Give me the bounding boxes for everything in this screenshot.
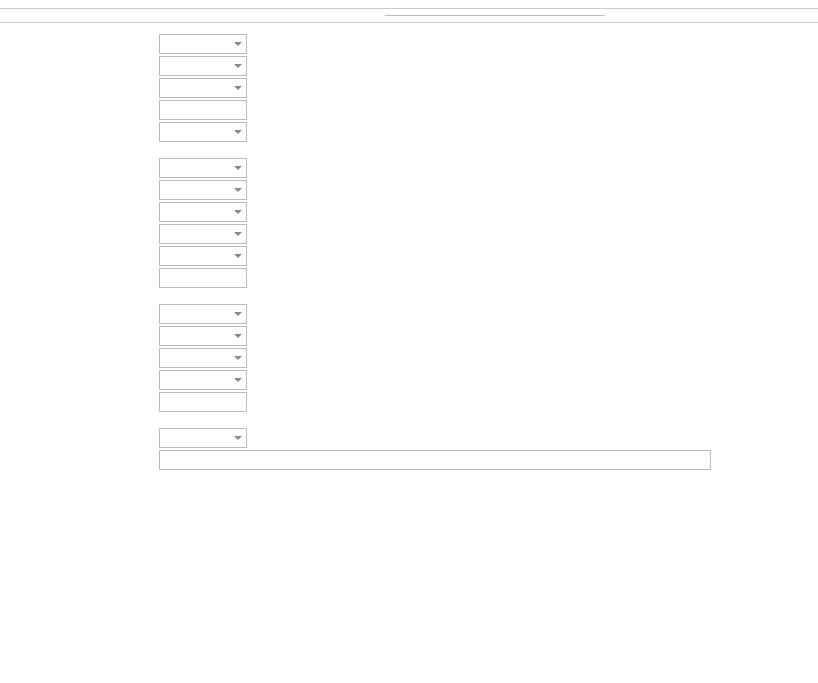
input-sa2[interactable] bbox=[159, 392, 247, 412]
col-modify bbox=[740, 9, 818, 23]
select-ipcomp[interactable] bbox=[159, 370, 247, 390]
select-enc1[interactable] bbox=[159, 180, 247, 200]
detail-form bbox=[0, 23, 818, 481]
input-dpd-period[interactable] bbox=[159, 100, 247, 120]
select-int1[interactable] bbox=[159, 202, 247, 222]
select-dh2[interactable] bbox=[159, 348, 247, 368]
input-sa1[interactable] bbox=[159, 268, 247, 288]
select-dpd[interactable] bbox=[159, 78, 247, 98]
select-psk-mode[interactable] bbox=[159, 428, 247, 448]
select-enc2[interactable] bbox=[159, 304, 247, 324]
col-peer-id bbox=[290, 9, 385, 23]
select-dh1[interactable] bbox=[159, 224, 247, 244]
select-reauth[interactable] bbox=[159, 246, 247, 266]
col-active bbox=[695, 9, 740, 23]
col-local-net bbox=[385, 16, 495, 23]
select-mobike[interactable] bbox=[159, 56, 247, 76]
input-psk-phrase[interactable] bbox=[159, 450, 711, 470]
page-title bbox=[0, 0, 818, 9]
select-int2[interactable] bbox=[159, 326, 247, 346]
col-note bbox=[605, 9, 695, 23]
col-local-id bbox=[195, 9, 290, 23]
col-remote-net bbox=[495, 16, 605, 23]
select-dpd-action[interactable] bbox=[159, 122, 247, 142]
col-peer-addr bbox=[100, 9, 195, 23]
select-auth[interactable] bbox=[159, 158, 247, 178]
select-start-state[interactable] bbox=[159, 34, 247, 54]
associations-table bbox=[0, 9, 818, 23]
col-ike bbox=[0, 9, 100, 23]
